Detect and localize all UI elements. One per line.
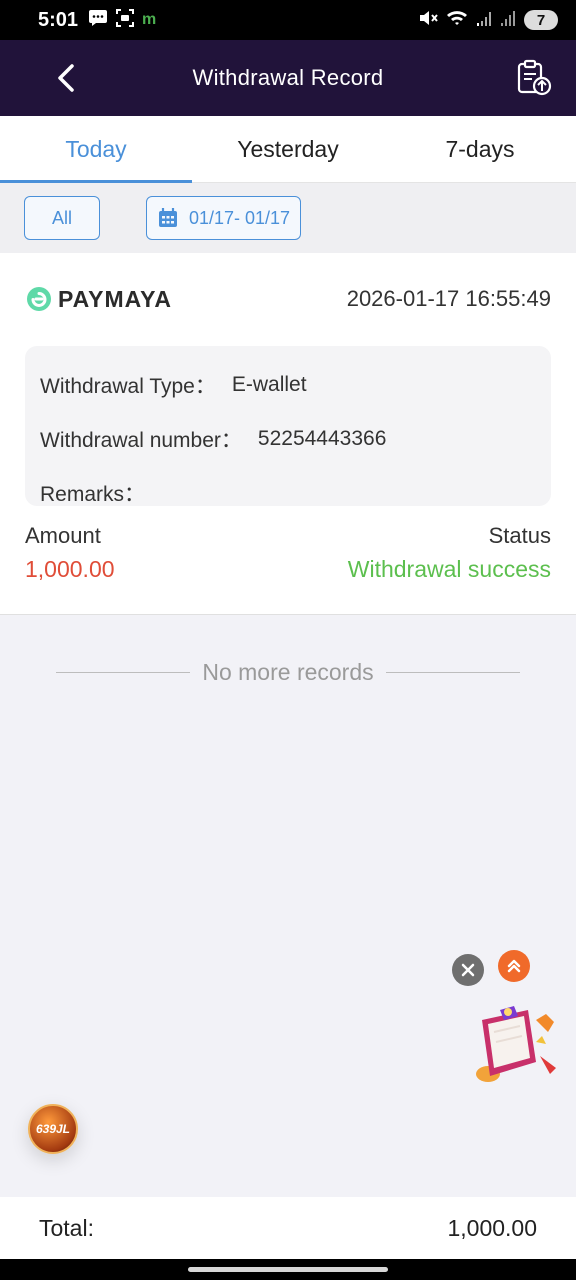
withdrawal-type-row: Withdrawal Type： E-wallet [40, 358, 536, 412]
payment-brand: PAYMAYA [26, 286, 172, 313]
app-header: Withdrawal Record [0, 40, 576, 116]
amount-value: 1,000.00 [25, 556, 115, 582]
gift-promo-button[interactable] [470, 1002, 562, 1092]
divider-left [56, 671, 191, 673]
withdrawal-number-value: 52254443366 [257, 427, 387, 450]
chat-icon [88, 9, 108, 32]
scroll-top-button[interactable] [498, 950, 530, 982]
wifi-icon [446, 9, 468, 32]
upload-record-button[interactable] [514, 58, 554, 98]
system-icons: 7 [418, 9, 558, 32]
record-details: Withdrawal Type： E-wallet Withdrawal num… [25, 346, 551, 506]
system-nav-bar [0, 1259, 576, 1280]
close-icon [461, 963, 475, 977]
remarks-label: Remarks： [40, 483, 146, 506]
withdrawal-number-row: Withdrawal number： 52254443366 [40, 412, 536, 466]
clipboard-upload-icon [517, 59, 552, 96]
paymaya-logo-icon [27, 287, 51, 311]
status-label: Status [488, 523, 551, 548]
tab-yesterday[interactable]: Yesterday [192, 116, 384, 182]
signal-icon-1 [476, 9, 492, 32]
amount-label: Amount [25, 523, 101, 548]
app-notification-icon: m [142, 11, 157, 28]
record-datetime: 2026-01-17 16:55:49 [346, 286, 551, 311]
withdrawal-type-value: E-wallet [231, 373, 307, 396]
divider-right [385, 671, 520, 673]
record-header: PAYMAYA 2026-01-17 16:55:49 [26, 283, 551, 315]
withdrawal-type-label: Withdrawal Type： [40, 375, 216, 398]
total-value: 1,000.00 [447, 1214, 537, 1241]
status-bar: 5:01 m 7 [0, 0, 576, 40]
close-float-button[interactable] [452, 954, 484, 986]
tab-today[interactable]: Today [0, 116, 192, 183]
status-value: Withdrawal success [347, 556, 551, 582]
date-range-text: 01/17- 01/17 [188, 207, 291, 228]
app-logo-badge[interactable]: 639JL [28, 1104, 78, 1154]
chevron-left-icon [58, 64, 74, 92]
total-footer: Total: 1,000.00 [0, 1197, 576, 1259]
gift-box-icon [476, 1006, 556, 1082]
no-more-records: No more records [56, 656, 520, 688]
total-label: Total: [39, 1214, 94, 1241]
withdrawal-record-card: PAYMAYA 2026-01-17 16:55:49 Withdrawal T… [0, 253, 576, 615]
remarks-row: Remarks： [40, 466, 536, 520]
date-tabs: Today Yesterday 7-days [0, 116, 576, 183]
status-time: 5:01 [38, 8, 79, 31]
brand-name: PAYMAYA [58, 285, 172, 312]
filter-bar: All 01/17- 01/17 [0, 183, 576, 253]
no-more-text: No more records [202, 658, 374, 685]
double-chevron-up-icon [507, 959, 521, 973]
back-button[interactable] [52, 60, 84, 96]
battery-indicator: 7 [524, 10, 558, 30]
notification-icons: m [88, 8, 157, 32]
screenshot-icon [116, 8, 135, 32]
tab-7-days[interactable]: 7-days [384, 116, 576, 182]
date-range-button[interactable]: 01/17- 01/17 [146, 196, 301, 240]
calendar-icon [158, 208, 177, 227]
filter-all-button[interactable]: All [24, 196, 100, 240]
page-title: Withdrawal Record [192, 65, 384, 90]
withdrawal-number-label: Withdrawal number： [40, 429, 242, 452]
mute-icon [418, 9, 438, 32]
signal-icon-2 [500, 9, 516, 32]
home-gesture-handle[interactable] [188, 1267, 388, 1272]
